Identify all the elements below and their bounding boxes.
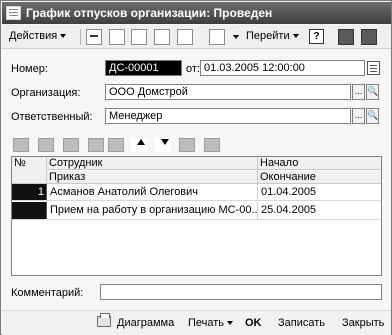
title-bar: График отпусков организации: Проведен xyxy=(2,2,391,24)
document-window: График отпусков организации: Проведен Де… xyxy=(0,0,392,335)
order-cell[interactable]: Прием на работу в организацию МС-00... xyxy=(47,202,258,219)
search-icon[interactable]: 🔍 xyxy=(366,84,379,100)
data-table: № Сотрудник Начало Приказ Окончание 1 Ас… xyxy=(11,156,382,276)
print-menu[interactable]: Печать xyxy=(188,317,234,329)
responsible-field[interactable]: Менеджер xyxy=(105,108,351,124)
goto-menu[interactable]: Перейти xyxy=(246,30,299,42)
footer-bar: Диаграмма Печать OK Записать Закрыть xyxy=(2,310,391,335)
move-down-icon[interactable] xyxy=(155,138,171,152)
diagram-button[interactable]: Диаграмма xyxy=(117,317,174,329)
ok-button[interactable]: OK xyxy=(245,317,262,329)
refresh-icon[interactable] xyxy=(177,29,193,45)
row-number-empty xyxy=(12,202,47,219)
save-button[interactable]: Записать xyxy=(278,317,325,329)
add-row-icon[interactable] xyxy=(13,138,29,152)
edit-row-icon[interactable] xyxy=(63,138,79,152)
list-view-icon[interactable] xyxy=(338,29,354,45)
header-employee[interactable]: Сотрудник xyxy=(47,157,258,170)
toolbar: Действия Перейти ? xyxy=(2,25,391,49)
organization-field[interactable]: ООО Домстрой xyxy=(105,84,351,100)
form-icon[interactable] xyxy=(109,29,125,45)
calendar-icon[interactable] xyxy=(367,61,380,75)
report-icon[interactable] xyxy=(361,29,377,45)
toolbar-separator xyxy=(80,29,81,45)
window-title: График отпусков организации: Проведен xyxy=(26,6,273,20)
chevron-down-icon xyxy=(227,321,234,326)
responsible-label: Ответственный: xyxy=(11,111,93,123)
end-date-cell[interactable]: 25.04.2005 xyxy=(258,202,381,219)
number-label: Номер: xyxy=(11,63,48,75)
row-number: 1 xyxy=(12,184,47,200)
document-icon xyxy=(6,6,21,20)
chevron-down-icon xyxy=(60,34,67,39)
structure-icon[interactable] xyxy=(209,29,225,45)
comment-label: Комментарий: xyxy=(11,287,84,299)
end-edit-icon[interactable] xyxy=(108,138,124,152)
header-start[interactable]: Начало xyxy=(258,157,381,170)
close-button[interactable]: Закрыть xyxy=(342,317,384,329)
print-preview-icon[interactable] xyxy=(154,29,170,45)
chevron-down-icon[interactable] xyxy=(233,35,239,39)
delete-row-icon[interactable] xyxy=(88,138,104,152)
sort-ascending-icon[interactable] xyxy=(179,138,195,152)
header-num[interactable]: № xyxy=(12,157,47,184)
select-button[interactable]: ... xyxy=(352,84,365,100)
header-end[interactable]: Окончание xyxy=(258,171,381,184)
sort-descending-icon[interactable] xyxy=(204,138,220,152)
chevron-down-icon xyxy=(292,34,299,39)
employee-cell[interactable]: Асманов Анатолий Олегович xyxy=(47,184,258,200)
actions-menu[interactable]: Действия xyxy=(9,30,67,42)
help-button[interactable]: ? xyxy=(309,29,324,44)
start-date-cell[interactable]: 01.04.2005 xyxy=(258,184,381,200)
table-row[interactable]: Прием на работу в организацию МС-00... 2… xyxy=(12,202,381,220)
number-field[interactable]: ДС-00001 xyxy=(105,60,182,76)
select-button[interactable]: ... xyxy=(352,108,365,124)
printer-icon xyxy=(97,313,111,327)
header-order[interactable]: Приказ xyxy=(47,171,258,184)
move-up-icon[interactable] xyxy=(131,138,147,152)
copy-row-icon[interactable] xyxy=(38,138,54,152)
table-row[interactable]: 1 Асманов Анатолий Олегович 01.04.2005 xyxy=(12,184,381,201)
comment-field[interactable] xyxy=(100,284,382,300)
date-field[interactable]: 01.03.2005 12:00:00 xyxy=(200,60,365,76)
organization-label: Организация: xyxy=(11,87,81,99)
from-label: от: xyxy=(186,63,200,75)
search-icon[interactable]: 🔍 xyxy=(366,108,379,124)
first-icon[interactable] xyxy=(86,29,102,45)
copy-icon[interactable] xyxy=(131,29,147,45)
